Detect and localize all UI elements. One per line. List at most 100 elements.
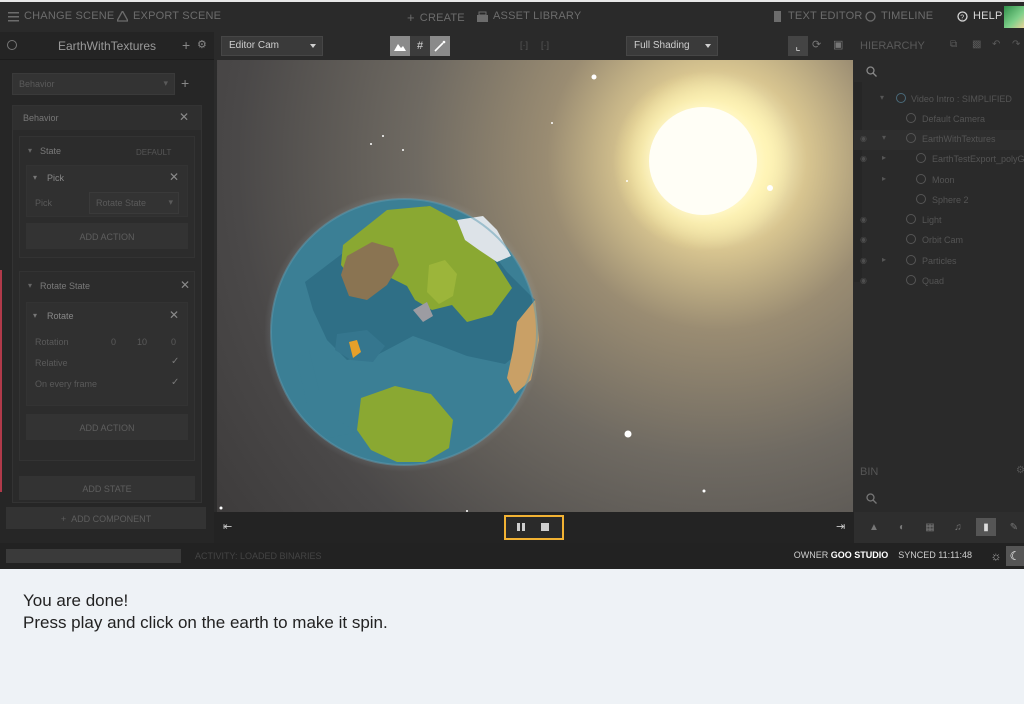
scale-tool-icon[interactable]: ▣ — [833, 38, 843, 51]
magic-wand-icon[interactable] — [430, 36, 450, 56]
translate-tool-icon[interactable]: ⌞ — [788, 36, 808, 56]
help-button[interactable]: ? HELP — [957, 10, 1003, 22]
trash-icon[interactable]: ▩ — [972, 39, 981, 50]
collapse-left-icon[interactable]: ⇤ — [223, 520, 232, 533]
relative-checkbox[interactable]: ✓ — [171, 356, 179, 367]
scene-canvas[interactable] — [217, 60, 853, 512]
library-filter-icon[interactable]: ▲ — [864, 518, 884, 536]
chevron-right-icon[interactable]: ▸ — [882, 153, 886, 162]
eye-icon[interactable]: ◉ — [860, 154, 867, 163]
eye-icon[interactable]: ◉ — [860, 134, 867, 143]
shading-select-value: Full Shading — [634, 40, 690, 51]
eye-icon[interactable]: ◉ — [860, 256, 867, 265]
entity-name[interactable]: EarthWithTextures — [58, 39, 156, 53]
eye-icon[interactable]: ◉ — [860, 276, 867, 285]
eye-icon[interactable]: ◉ — [860, 235, 867, 244]
material-filter-icon[interactable]: ◐ — [892, 518, 912, 536]
viewport-bottom-bar: ⇤ ⇥ — [214, 512, 854, 543]
tree-item-selected[interactable]: ◉ ▾ EarthWithTextures — [854, 130, 1024, 150]
rotation-z-field[interactable]: 0 — [171, 337, 176, 347]
pause-icon[interactable] — [517, 523, 525, 531]
tree-item[interactable]: ◉ Orbit Cam — [854, 231, 1024, 251]
rotation-y-field[interactable]: 10 — [137, 337, 147, 347]
add-component-button[interactable]: + ADD COMPONENT — [6, 507, 206, 529]
export-icon — [115, 9, 130, 22]
sound-filter-icon[interactable]: ♫ — [948, 518, 968, 536]
tree-item[interactable]: ◉ ▸ Particles — [854, 252, 1024, 272]
every-frame-checkbox[interactable]: ✓ — [171, 377, 179, 388]
frame-selection-icon[interactable]: [·] — [520, 40, 528, 50]
tree-item[interactable]: ◉ Quad — [854, 272, 1024, 292]
camera-icon — [906, 234, 916, 244]
user-avatar[interactable] — [1004, 6, 1024, 28]
rotation-x-field[interactable]: 0 — [111, 337, 116, 347]
chevron-down-icon[interactable]: ▾ — [28, 281, 32, 290]
state-name[interactable]: Rotate State — [40, 281, 90, 291]
inspector-header: EarthWithTextures + ⚙ — [0, 32, 214, 60]
close-icon[interactable]: ✕ — [180, 278, 190, 292]
create-button[interactable]: + CREATE — [407, 10, 465, 25]
chevron-down-icon: ▾ — [168, 197, 173, 207]
tree-item[interactable]: ◉ Light — [854, 211, 1024, 231]
duplicate-icon[interactable]: ⧉ — [950, 39, 957, 50]
add-action-button[interactable]: ADD ACTION — [26, 223, 188, 249]
tree-item[interactable]: Sphere 2 — [854, 191, 1024, 211]
chevron-down-icon: ▾ — [163, 78, 168, 88]
scene-viewport[interactable] — [217, 60, 853, 512]
undo-icon[interactable]: ↶ — [992, 39, 1000, 50]
add-state-button[interactable]: ADD STATE — [19, 476, 195, 500]
script-filter-icon[interactable]: ▮ — [976, 518, 996, 536]
close-icon[interactable]: ✕ — [179, 110, 189, 124]
hierarchy-title: HIERARCHY — [860, 40, 925, 52]
tree-item[interactable]: ◉ ▸ EarthTestExport_polyGlob — [854, 150, 1024, 170]
text-editor-button[interactable]: TEXT EDITOR — [772, 10, 863, 22]
texture-filter-icon[interactable]: ▦ — [920, 518, 940, 536]
bin-search[interactable] — [854, 489, 1024, 511]
chevron-right-icon[interactable]: ▸ — [882, 255, 886, 264]
chevron-down-icon[interactable]: ▾ — [28, 146, 32, 155]
chevron-right-icon[interactable]: ▸ — [882, 174, 886, 183]
change-scene-button[interactable]: CHANGE SCENE — [8, 10, 114, 22]
light-theme-icon[interactable]: ☼ — [986, 546, 1006, 566]
timeline-button[interactable]: TIMELINE — [865, 10, 933, 22]
animation-filter-icon[interactable]: ✎ — [1004, 518, 1024, 536]
goo-editor-window: CHANGE SCENE EXPORT SCENE + CREATE ASSET… — [0, 0, 1024, 569]
grid-toggle-icon[interactable]: # — [410, 36, 430, 56]
pick-target-select[interactable]: Rotate State ▾ — [89, 192, 179, 214]
add-icon[interactable]: + — [182, 37, 190, 53]
tree-item[interactable]: Default Camera — [854, 110, 1024, 130]
redo-icon[interactable]: ↷ — [1012, 39, 1020, 50]
resize-handle[interactable] — [0, 270, 2, 492]
frame-all-icon[interactable]: [·] — [541, 40, 549, 50]
asset-library-button[interactable]: ASSET LIBRARY — [477, 10, 581, 22]
close-icon[interactable]: ✕ — [169, 170, 179, 184]
add-action-button[interactable]: ADD ACTION — [26, 414, 188, 440]
rotate-tool-icon[interactable]: ⟳ — [812, 38, 821, 51]
chevron-down-icon[interactable]: ▾ — [880, 93, 884, 102]
help-label: HELP — [973, 10, 1003, 22]
gear-icon[interactable]: ⚙ — [1016, 465, 1024, 476]
collapse-right-icon[interactable]: ⇥ — [836, 520, 845, 533]
dark-theme-icon[interactable]: ☾ — [1006, 546, 1024, 566]
camera-icon — [906, 113, 916, 123]
earth[interactable] — [270, 198, 539, 466]
activity-progress-bar — [6, 549, 181, 563]
chevron-down-icon[interactable]: ▾ — [33, 311, 37, 320]
chevron-down-icon[interactable]: ▾ — [33, 173, 37, 182]
landscape-toggle-icon[interactable] — [390, 36, 410, 56]
camera-select[interactable]: Editor Cam — [221, 36, 323, 56]
state-name[interactable]: State — [40, 146, 61, 156]
add-component-plus-icon[interactable]: + — [181, 75, 189, 91]
shading-select[interactable]: Full Shading — [626, 36, 718, 56]
eye-icon[interactable]: ◉ — [860, 215, 867, 224]
search-icon — [866, 493, 877, 504]
close-icon[interactable]: ✕ — [169, 308, 179, 322]
tree-item[interactable]: ▸ Moon — [854, 171, 1024, 191]
hierarchy-search[interactable] — [854, 60, 1024, 82]
export-scene-button[interactable]: EXPORT SCENE — [115, 9, 221, 22]
component-select[interactable]: Behavior ▾ — [12, 73, 175, 95]
stop-icon[interactable] — [541, 523, 549, 531]
tree-item-scene[interactable]: ▾ Video Intro : SIMPLIFIED — [854, 90, 1024, 110]
gear-icon[interactable]: ⚙ — [197, 38, 207, 51]
chevron-down-icon[interactable]: ▾ — [882, 133, 886, 142]
